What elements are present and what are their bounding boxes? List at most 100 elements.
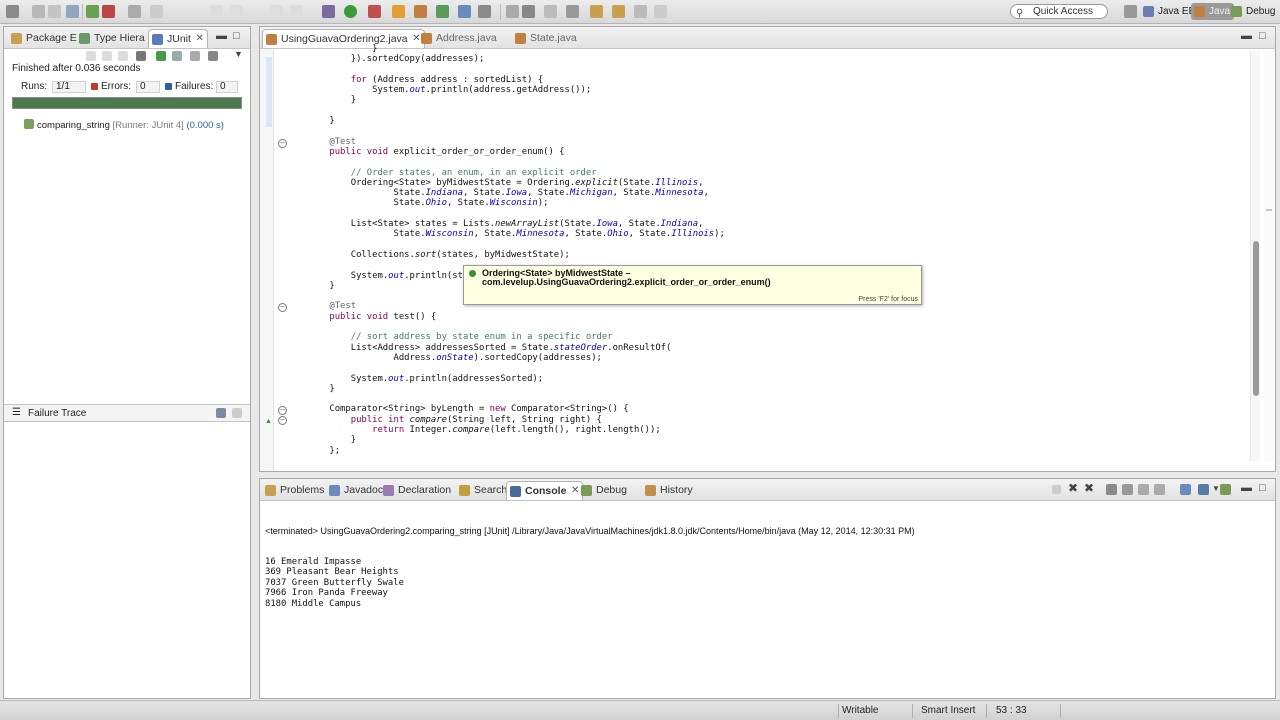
new-java-project-icon[interactable]	[392, 5, 405, 18]
maximize-icon[interactable]: □	[1259, 30, 1266, 42]
editor-scrollbar[interactable]	[1250, 51, 1260, 461]
console-line: 7966 Iron Panda Freeway	[265, 588, 388, 599]
toggle-mark-icon[interactable]	[506, 5, 519, 18]
tab-debug[interactable]: Debug	[578, 481, 627, 500]
scroll-lock-icon[interactable]	[1122, 484, 1133, 495]
terminate-icon[interactable]	[1052, 485, 1061, 494]
show-on-stderr-icon[interactable]	[1154, 484, 1165, 495]
tab-problems[interactable]: Problems	[262, 481, 324, 500]
step-return-icon[interactable]	[290, 5, 303, 18]
tab-junit[interactable]: JUnit ✕	[148, 29, 208, 48]
clear-console-icon[interactable]	[1106, 484, 1117, 495]
tooltip-hint: Press 'F2' for focus	[858, 296, 918, 303]
skip-breakpoints-icon[interactable]	[128, 5, 141, 18]
minimize-icon[interactable]: ▬	[216, 30, 227, 42]
tab-console[interactable]: Console ✕	[506, 481, 584, 500]
test-tree-item[interactable]: comparing_string [Runner: JUnit 4] (0.00…	[24, 119, 224, 131]
debug-perspective-icon	[1231, 6, 1242, 17]
tab-label: Package E	[26, 32, 77, 44]
minimize-icon[interactable]: ▬	[1241, 30, 1252, 42]
console-tabbar: Problems Javadoc Declaration Search Cons…	[260, 479, 1275, 501]
show-failures-only-icon[interactable]	[118, 51, 128, 61]
tab-history[interactable]: History	[642, 481, 693, 500]
open-type-icon[interactable]	[458, 5, 471, 18]
fold-toggle-icon[interactable]: –	[278, 406, 287, 415]
tab-javadoc[interactable]: Javadoc	[326, 481, 383, 500]
toggle-block-icon[interactable]	[522, 5, 535, 18]
compare-result-icon[interactable]	[232, 408, 242, 418]
editor-scroll-thumb[interactable]	[1253, 241, 1259, 396]
close-icon[interactable]: ✕	[196, 30, 204, 48]
new-icon[interactable]	[6, 5, 19, 18]
back-icon[interactable]	[590, 5, 603, 18]
fold-toggle-icon[interactable]: –	[278, 303, 287, 312]
external-tools-icon[interactable]	[368, 5, 381, 18]
run-icon[interactable]	[344, 5, 357, 18]
tab-label: Javadoc	[344, 484, 384, 496]
filter-stack-icon[interactable]	[216, 408, 226, 418]
refresh-icon[interactable]	[66, 5, 79, 18]
chevron-down-icon[interactable]: ▼	[1212, 484, 1220, 493]
print-icon[interactable]	[48, 5, 61, 18]
debug-controls-icon[interactable]	[150, 5, 163, 18]
java-perspective-icon	[1194, 6, 1205, 17]
console-line: 369 Pleasant Bear Heights	[265, 567, 399, 578]
fold-toggle-icon[interactable]: –	[278, 139, 287, 148]
previous-failure-icon[interactable]	[102, 51, 112, 61]
tab-declaration[interactable]: Declaration	[380, 481, 451, 500]
step-over-icon[interactable]	[270, 5, 283, 18]
search-icon[interactable]	[478, 5, 491, 18]
overview-ruler	[1264, 51, 1274, 461]
maximize-icon[interactable]: □	[233, 30, 240, 42]
build-icon[interactable]	[86, 5, 99, 18]
new-class-icon[interactable]	[436, 5, 449, 18]
pin-editor-icon[interactable]	[634, 5, 647, 18]
tab-type-hierarchy[interactable]: Type Hiera	[76, 29, 145, 48]
maximize-icon[interactable]: □	[1259, 482, 1266, 494]
open-console-icon[interactable]	[1220, 484, 1231, 495]
code-line: };	[308, 445, 341, 456]
next-failure-icon[interactable]	[86, 51, 96, 61]
search-icon	[459, 485, 470, 496]
rerun-failed-icon[interactable]	[172, 51, 182, 61]
remove-launch-icon[interactable]: ✖	[1068, 481, 1078, 495]
remove-all-terminated-icon[interactable]: ✖	[1084, 481, 1094, 495]
debug-run-icon[interactable]	[322, 5, 335, 18]
minimize-icon[interactable]: ▬	[1241, 482, 1252, 494]
junit-run-icon[interactable]	[102, 5, 115, 18]
code-line: Comparator<String> byLength = new Compar…	[308, 404, 629, 415]
fold-toggle-icon[interactable]: –	[278, 416, 287, 425]
tab-search[interactable]: Search	[456, 481, 507, 500]
save-icon[interactable]	[32, 5, 45, 18]
perspective-debug[interactable]: Debug	[1228, 3, 1279, 20]
new-package-icon[interactable]	[414, 5, 427, 18]
console-lines: 16 Emerald Impasse 369 Pleasant Bear Heig…	[265, 557, 915, 609]
show-whitespace-icon[interactable]	[544, 5, 557, 18]
history-icon[interactable]	[208, 51, 218, 61]
failure-trace-label: Failure Trace	[28, 408, 87, 419]
code-line: }	[308, 435, 357, 446]
stop-icon[interactable]	[190, 51, 200, 61]
history-icon[interactable]	[654, 5, 667, 18]
tab-package-explorer[interactable]: Package E	[8, 29, 77, 48]
console-output[interactable]: <terminated> UsingGuavaOrdering2.compari…	[265, 505, 915, 619]
code-editor-text[interactable]: } }).sortedCopy(addresses);​ for (Addres…	[308, 44, 725, 456]
perspective-label: Java	[1209, 6, 1231, 17]
suspend-icon[interactable]	[210, 5, 223, 18]
pin-console-icon[interactable]	[1180, 484, 1191, 495]
step-icon[interactable]	[230, 5, 243, 18]
test-time: (0.000 s)	[186, 120, 224, 131]
rerun-test-icon[interactable]	[156, 51, 166, 61]
display-console-icon[interactable]	[1198, 484, 1209, 495]
code-line: ​	[308, 363, 725, 373]
quick-access-input[interactable]: ⚲ Quick Access	[1010, 4, 1108, 19]
java-file-icon	[421, 33, 432, 44]
view-menu-icon[interactable]: ▼	[234, 49, 243, 59]
code-line: ​	[308, 240, 725, 250]
forward-icon[interactable]	[612, 5, 625, 18]
open-perspective-icon[interactable]	[1124, 5, 1137, 18]
scroll-lock-icon[interactable]	[136, 51, 146, 61]
console-line: 16 Emerald Impasse	[265, 557, 362, 568]
next-annotation-icon[interactable]	[566, 5, 579, 18]
show-on-stdout-icon[interactable]	[1138, 484, 1149, 495]
